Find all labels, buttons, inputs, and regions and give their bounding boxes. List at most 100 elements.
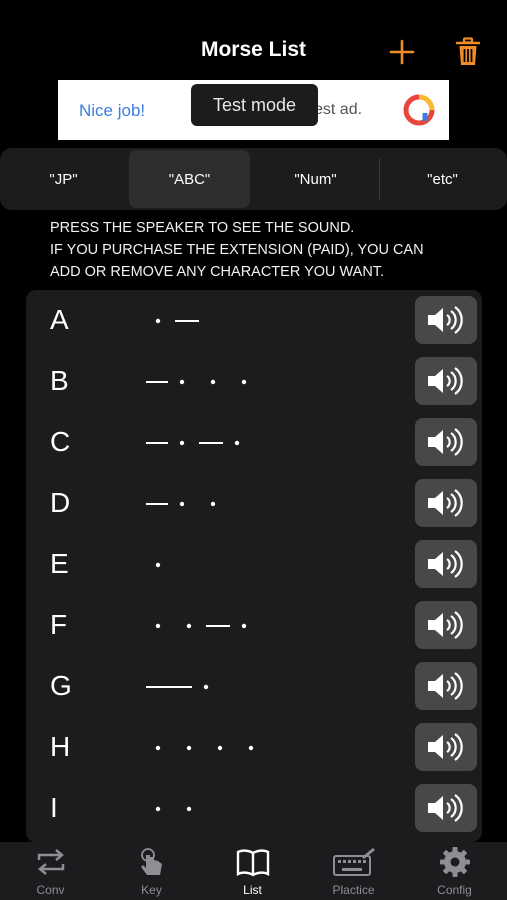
tab-label: Plactice — [332, 883, 375, 897]
morse-code — [146, 440, 240, 446]
play-sound-button[interactable] — [415, 296, 477, 344]
morse-row: G — [26, 656, 482, 717]
morse-code — [155, 318, 199, 324]
add-button[interactable] — [386, 34, 418, 70]
tab-plactice[interactable]: Plactice — [303, 842, 404, 900]
segment-abc[interactable]: "ABC" — [129, 150, 250, 208]
speaker-icon — [428, 733, 463, 761]
morse-row: F — [26, 595, 482, 656]
play-sound-button[interactable] — [415, 418, 477, 466]
morse-letter: I — [50, 792, 58, 823]
gear-icon — [439, 847, 470, 877]
plus-icon — [389, 39, 415, 65]
segment-jp[interactable]: "JP" — [2, 150, 125, 208]
instruction-line: IF YOU PURCHASE THE EXTENSION (PAID), YO… — [50, 242, 424, 258]
segment-num[interactable]: "Num" — [252, 150, 379, 208]
tap-icon — [140, 848, 162, 875]
morse-row: H — [26, 717, 482, 778]
tab-label: Config — [437, 883, 472, 897]
morse-dot — [217, 745, 223, 751]
morse-dot — [248, 745, 254, 751]
play-sound-button[interactable] — [415, 723, 477, 771]
morse-dash — [146, 686, 168, 688]
morse-row: A — [26, 290, 482, 351]
morse-dash — [175, 320, 199, 322]
morse-dot — [186, 623, 192, 629]
morse-dot — [155, 745, 161, 751]
play-sound-button[interactable] — [415, 662, 477, 710]
speaker-icon — [428, 367, 463, 395]
morse-dash — [168, 686, 192, 688]
morse-code — [155, 562, 161, 568]
tab-list[interactable]: List — [202, 842, 303, 900]
play-sound-button[interactable] — [415, 784, 477, 832]
morse-dot — [241, 379, 247, 385]
delete-button[interactable] — [452, 34, 484, 70]
morse-code — [146, 501, 216, 507]
morse-row: E — [26, 534, 482, 595]
speaker-icon — [428, 672, 463, 700]
morse-dash — [199, 442, 223, 444]
morse-dash — [146, 503, 168, 505]
morse-letter: C — [50, 426, 71, 457]
tab-conv[interactable]: Conv — [0, 842, 101, 900]
category-segmented-control: "JP" "ABC" "Num" "etc" — [0, 148, 507, 210]
morse-code — [155, 806, 192, 812]
tab-key[interactable]: Key — [101, 842, 202, 900]
morse-dot — [210, 379, 216, 385]
morse-code — [146, 379, 247, 385]
speaker-icon — [428, 428, 463, 456]
morse-letter: A — [50, 304, 69, 335]
tab-label: List — [243, 883, 262, 897]
morse-row: C — [26, 412, 482, 473]
nav-bar: Morse List — [0, 0, 507, 78]
morse-letter: E — [50, 548, 69, 579]
morse-dot — [179, 379, 185, 385]
play-sound-button[interactable] — [415, 601, 477, 649]
page-title: Morse List — [200, 38, 307, 61]
tab-config[interactable]: Config — [404, 842, 505, 900]
morse-dot — [155, 623, 161, 629]
tab-label: Conv — [36, 883, 65, 897]
speaker-icon — [428, 489, 463, 517]
morse-code — [146, 684, 209, 690]
instruction-line: ADD OR REMOVE ANY CHARACTER YOU WANT. — [50, 264, 385, 280]
speaker-icon — [428, 550, 463, 578]
morse-dot — [203, 684, 209, 690]
morse-dot — [241, 623, 247, 629]
morse-dash — [206, 625, 230, 627]
morse-row: I — [26, 778, 482, 839]
morse-letter: F — [50, 609, 68, 640]
speaker-icon — [428, 611, 463, 639]
ad-logo-icon — [403, 94, 435, 126]
morse-dot — [155, 806, 161, 812]
segment-etc[interactable]: "etc" — [380, 150, 505, 208]
morse-row: B — [26, 351, 482, 412]
morse-row: D — [26, 473, 482, 534]
keyboard-pencil-icon — [332, 848, 375, 876]
morse-dot — [210, 501, 216, 507]
play-sound-button[interactable] — [415, 357, 477, 405]
play-sound-button[interactable] — [415, 479, 477, 527]
speaker-icon — [428, 794, 463, 822]
morse-dot — [186, 745, 192, 751]
instructions: PRESS THE SPEAKER TO SEE THE SOUND. IF Y… — [50, 217, 490, 283]
morse-dash — [146, 442, 168, 444]
morse-letter: H — [50, 731, 71, 762]
morse-dot — [186, 806, 192, 812]
trash-icon — [456, 37, 480, 65]
ad-body-text: est ad. — [314, 101, 363, 118]
speaker-icon — [428, 306, 463, 334]
morse-dot — [155, 318, 161, 324]
morse-letter: G — [50, 670, 72, 701]
morse-list: ABCDEFGHI — [26, 290, 482, 842]
play-sound-button[interactable] — [415, 540, 477, 588]
test-mode-badge: Test mode — [191, 84, 318, 126]
ad-headline: Nice job! — [79, 101, 146, 120]
morse-dash — [146, 381, 168, 383]
book-icon — [236, 849, 269, 877]
morse-letter: B — [50, 365, 69, 396]
morse-code — [155, 745, 254, 751]
morse-dot — [179, 501, 185, 507]
morse-dot — [234, 440, 240, 446]
